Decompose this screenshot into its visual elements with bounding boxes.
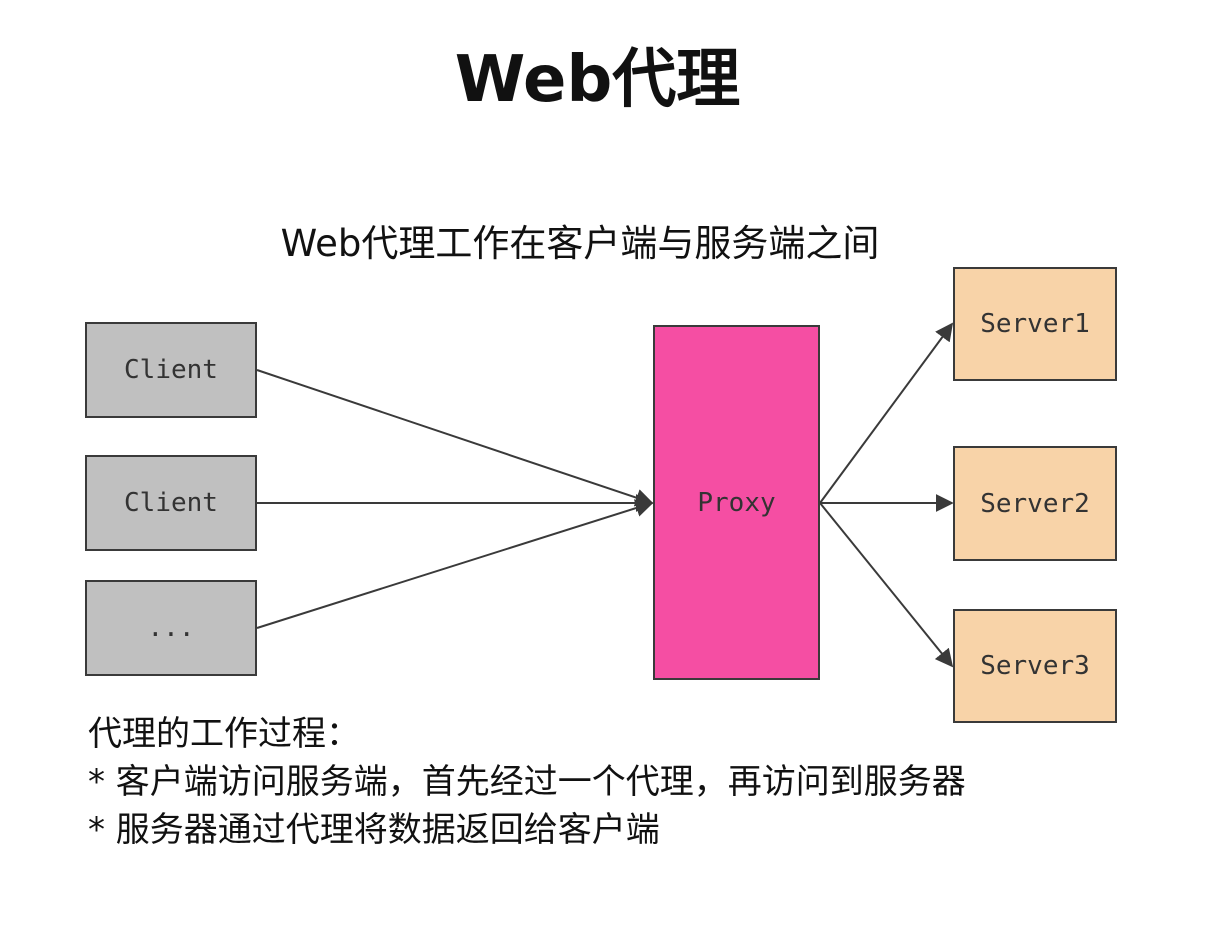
server-label: Server2 xyxy=(980,488,1090,519)
notes-item: * 服务器通过代理将数据返回给客户端 xyxy=(88,810,660,850)
server-box-2: Server2 xyxy=(953,446,1117,561)
notes-heading: 代理的工作过程： xyxy=(88,714,360,754)
notes-item: * 客户端访问服务端，首先经过一个代理，再访问到服务器 xyxy=(88,762,966,802)
client-box-2: Client xyxy=(85,455,257,551)
arrow-client3-to-proxy xyxy=(256,499,654,629)
server-box-1: Server1 xyxy=(953,267,1117,381)
proxy-box: Proxy xyxy=(653,325,820,680)
server-box-3: Server3 xyxy=(953,609,1117,723)
server-label: Server3 xyxy=(980,651,1090,681)
arrow-proxy-to-server1 xyxy=(819,322,954,504)
process-notes: 代理的工作过程： * 客户端访问服务端，首先经过一个代理，再访问到服务器 * 服… xyxy=(88,710,966,854)
arrow-proxy-to-server3 xyxy=(819,502,954,668)
server-label: Server1 xyxy=(980,309,1090,339)
client-label: ... xyxy=(147,613,195,643)
client-label: Client xyxy=(124,488,218,518)
proxy-label: Proxy xyxy=(697,487,776,518)
arrow-client1-to-proxy xyxy=(256,369,654,507)
client-label: Client xyxy=(124,355,218,385)
client-box-3: ... xyxy=(85,580,257,676)
client-box-1: Client xyxy=(85,322,257,418)
